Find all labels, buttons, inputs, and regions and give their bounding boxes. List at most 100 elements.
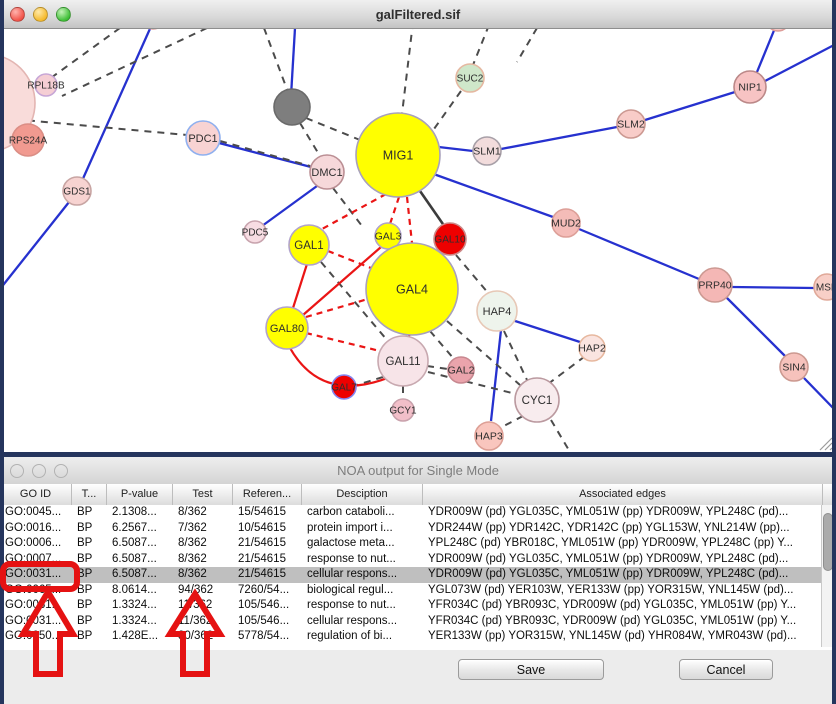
cell-type: BP [72,567,107,583]
cell-associated-edges: YGL073W (pd) YER103W, YER133W (pp) YOR31… [423,583,823,599]
edge-blue[interactable] [757,28,775,72]
zoom-button[interactable] [56,7,71,22]
cell-test: 8/362 [173,552,233,568]
cell-go-id: GO:0031... [0,614,72,630]
node-label-PRP40: PRP40 [698,280,731,292]
cell-test: 7/362 [173,521,233,537]
cancel-button[interactable]: Cancel [679,659,773,680]
edge-dash[interactable] [430,331,454,359]
cell-description: response to nut... [302,598,423,614]
edge-dash[interactable] [48,28,120,80]
edge-reddash[interactable] [306,333,380,351]
node-label-CYC1: CYC1 [522,395,553,407]
zoom-button[interactable] [54,464,68,478]
edge-blue[interactable] [726,297,785,356]
screenshot-root: RPL18BRPS24AGDS1PDC1MIG1DMC1SUC2SLM1SLM2… [0,0,836,704]
edge-dash[interactable] [306,118,360,140]
node-label-SLM1: SLM1 [473,146,501,158]
cell-reference: 105/546... [233,614,302,630]
table-row[interactable]: GO:0065...BP8.0614...94/3627260/54...bio… [0,583,836,599]
edge-dash[interactable] [300,123,320,156]
edge-blue[interactable] [291,28,295,96]
cell-reference: 7260/54... [233,583,302,599]
node-unlabeled[interactable] [274,89,310,125]
edge-red[interactable] [293,264,307,308]
node-label-GAL80: GAL80 [270,323,304,335]
cell-type: BP [72,583,107,599]
edge-dash[interactable] [548,357,584,384]
cell-type: BP [72,614,107,630]
inactive-traffic-lights [10,464,68,478]
table-row[interactable]: GO:0016...BP6.2567...7/36210/54615protei… [0,521,836,537]
table-row[interactable]: GO:0050...BP1.428E...80/3625778/54...reg… [0,629,836,645]
table-row[interactable]: GO:0006...BP6.5087...8/36221/54615galact… [0,536,836,552]
table-row[interactable]: GO:0031...BP1.3324...11/362105/546...cel… [0,614,836,630]
table-row[interactable]: GO:0007...BP6.5087...8/36221/54615respon… [0,552,836,568]
cell-test: 8/362 [173,505,233,521]
cell-test: 8/362 [173,567,233,583]
edge-dash[interactable] [517,28,537,62]
close-button[interactable] [10,7,25,22]
column-header-referen-[interactable]: Referen... [233,484,302,505]
column-header-desciption[interactable]: Desciption [302,484,423,505]
edge-blue[interactable] [579,229,699,279]
cell-associated-edges: YDR244W (pp) YDR142C, YDR142C (pp) YGL15… [423,521,823,537]
edge-dash[interactable] [456,255,489,294]
cell-p-value: 1.428E... [107,629,173,645]
edge-reddash[interactable] [328,251,371,268]
edge-reddash[interactable] [407,197,412,243]
edge-blue[interactable] [0,192,77,289]
edge-dash[interactable] [504,331,527,380]
cell-associated-edges: YDR009W (pd) YGL035C, YML051W (pp) YDR00… [423,505,823,521]
node-label-HAP3: HAP3 [475,431,503,443]
edge-dash[interactable] [220,141,310,166]
noa-panel-titlebar[interactable]: NOA output for Single Mode [0,457,836,485]
cell-type: BP [72,598,107,614]
edge-blue[interactable] [491,330,501,421]
column-header-associated-edges[interactable]: Associated edges [423,484,823,505]
close-button[interactable] [10,464,24,478]
edge-dash[interactable] [62,28,207,96]
edge-dash[interactable] [429,91,461,136]
column-header-test[interactable]: Test [173,484,233,505]
edge-blue[interactable] [262,186,317,226]
edge-blue[interactable] [732,287,814,288]
column-header-p-value[interactable]: P-value [107,484,173,505]
table-row[interactable]: GO:0045...BP2.1308...8/36215/54615carbon… [0,505,836,521]
edge-dash[interactable] [264,28,288,92]
cell-type: BP [72,536,107,552]
node-label-HAP2: HAP2 [578,343,606,355]
table-row-selected[interactable]: GO:0031...BP6.5087...8/36221/54615cellul… [0,567,836,583]
edge-dash[interactable] [402,22,413,114]
minimize-button[interactable] [32,464,46,478]
minimize-button[interactable] [33,7,48,22]
edge-dash[interactable] [473,25,489,65]
save-button[interactable]: Save [458,659,604,680]
node-label-SUC2: SUC2 [457,74,484,85]
edge-dash[interactable] [551,420,570,452]
cell-description: cellular respons... [302,614,423,630]
edge-blue[interactable] [501,127,617,149]
network-window-title: galFiltered.sif [0,7,836,22]
edge-reddash[interactable] [390,197,399,224]
cell-associated-edges: YFR034C (pd) YBR093C, YDR009W (pd) YGL03… [423,598,823,614]
edge-blue[interactable] [77,22,153,192]
noa-output-panel: NOA output for Single Mode GO IDT...P-va… [0,457,836,704]
edge-blue[interactable] [512,320,580,342]
cell-p-value: 8.0614... [107,583,173,599]
cell-description: regulation of bi... [302,629,423,645]
network-canvas[interactable]: RPL18BRPS24AGDS1PDC1MIG1DMC1SUC2SLM1SLM2… [0,0,836,452]
network-window-titlebar[interactable]: galFiltered.sif [0,0,836,29]
column-header-t-[interactable]: T... [72,484,107,505]
edge-dash[interactable] [427,366,448,369]
edge-blue[interactable] [765,44,836,81]
cell-go-id: GO:0045... [0,505,72,521]
table-row[interactable]: GO:0031...BP1.3324...11/362105/546...res… [0,598,836,614]
edge-reddash[interactable] [306,299,368,317]
edge-blue[interactable] [645,92,735,120]
edge-dash[interactable] [500,416,523,428]
edge-reddash[interactable] [322,194,386,229]
edge-blue[interactable] [428,172,553,217]
edge-dark[interactable] [420,191,445,227]
column-header-go-id[interactable]: GO ID [0,484,72,505]
